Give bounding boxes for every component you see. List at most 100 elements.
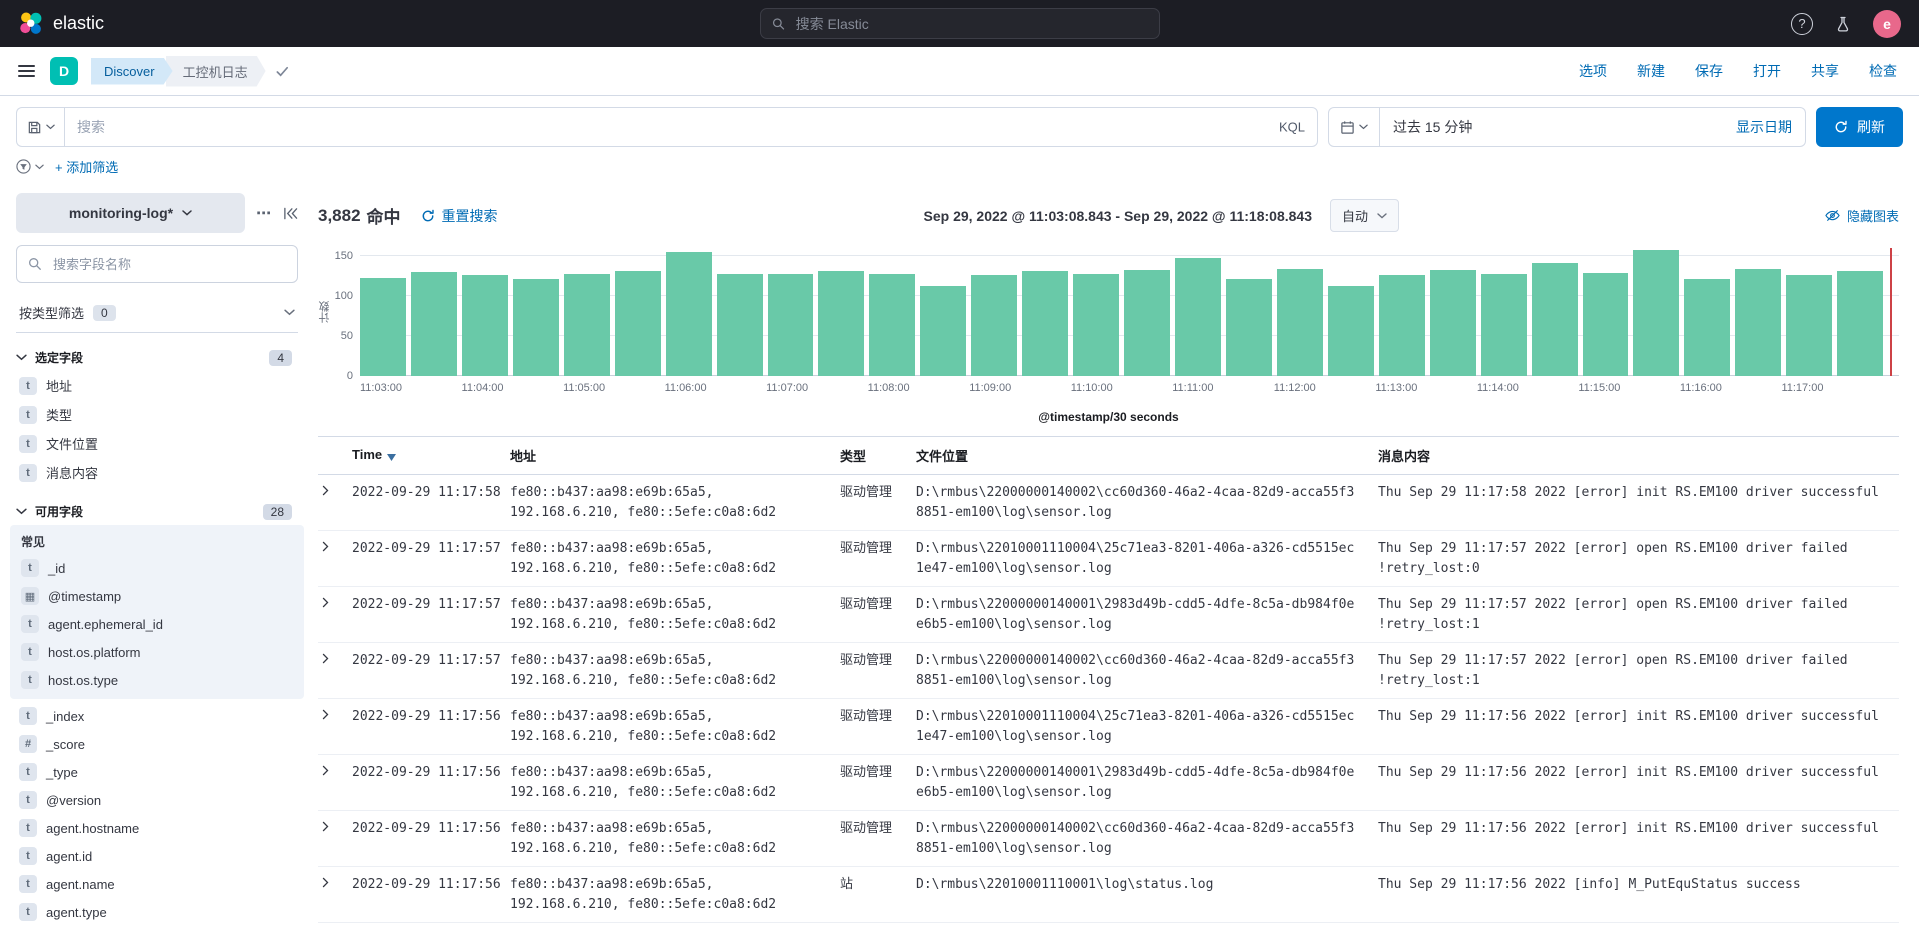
expand-row-button[interactable] (320, 485, 331, 496)
filter-menu-button[interactable] (16, 159, 44, 174)
expand-row-button[interactable] (320, 765, 331, 776)
histogram-bar[interactable] (665, 252, 712, 376)
field-search-input[interactable] (51, 255, 286, 273)
inspect-button[interactable]: 检查 (1869, 61, 1897, 81)
column-header-address[interactable]: 地址 (502, 436, 832, 475)
field-item[interactable]: t agent.ephemeral_id (18, 610, 296, 638)
field-item[interactable]: t host.os.platform (18, 638, 296, 666)
histogram-bar[interactable] (410, 272, 457, 376)
lab-flask-icon[interactable] (1835, 16, 1851, 32)
histogram-bar[interactable] (1175, 257, 1221, 376)
histogram-bar[interactable] (1684, 279, 1731, 376)
histogram-bar[interactable] (1582, 272, 1629, 376)
hide-chart-link[interactable]: 隐藏图表 (1825, 206, 1899, 225)
query-input[interactable] (64, 107, 1318, 147)
help-icon[interactable]: ? (1791, 12, 1813, 35)
expand-row-button[interactable] (320, 877, 331, 888)
save-button[interactable]: 保存 (1695, 61, 1723, 81)
histogram-bar[interactable] (1378, 275, 1425, 376)
column-header-time[interactable]: Time (344, 436, 502, 475)
expand-row-button[interactable] (320, 709, 331, 720)
text-field-icon: t (19, 463, 37, 482)
calendar-button[interactable] (1328, 107, 1380, 147)
expand-column-header (318, 436, 344, 475)
field-item[interactable]: t agent.type (16, 898, 298, 926)
refresh-button[interactable]: 刷新 (1816, 107, 1903, 147)
global-search-input[interactable] (793, 14, 1148, 33)
field-item[interactable]: t _id (18, 554, 296, 582)
filter-by-type[interactable]: 按类型筛选 0 (16, 293, 298, 333)
histogram-bar[interactable] (1073, 274, 1120, 376)
histogram-bar[interactable] (461, 275, 508, 376)
interval-select[interactable]: 自动 (1329, 199, 1399, 232)
histogram-bar[interactable] (767, 274, 814, 376)
histogram-bar[interactable] (920, 286, 967, 376)
field-item[interactable]: t _index (16, 702, 298, 730)
field-item[interactable]: t _type (16, 758, 298, 786)
histogram-bar[interactable] (869, 273, 916, 376)
expand-row-button[interactable] (320, 597, 331, 608)
field-item[interactable]: t agent.name (16, 870, 298, 898)
expand-row-button[interactable] (320, 541, 331, 552)
histogram-bar[interactable] (1022, 271, 1069, 376)
histogram-bar[interactable] (716, 273, 763, 376)
histogram-bar[interactable] (1480, 274, 1527, 376)
time-range-value[interactable]: 过去 15 分钟 (1393, 117, 1472, 137)
header-actions: ? e (1791, 9, 1901, 38)
histogram-bar[interactable] (971, 275, 1018, 376)
collapse-sidebar-icon[interactable] (283, 206, 298, 221)
field-item[interactable]: t 文件位置 (16, 429, 298, 458)
histogram-bar[interactable] (360, 278, 406, 376)
histogram-bar[interactable] (1124, 269, 1170, 376)
field-item[interactable]: # _score (16, 730, 298, 758)
expand-row-button[interactable] (320, 653, 331, 664)
field-item[interactable]: ▦ @timestamp (18, 582, 296, 610)
sort-desc-icon[interactable] (387, 449, 397, 464)
options-button[interactable]: 选项 (1579, 61, 1607, 81)
menu-icon[interactable] (16, 61, 37, 81)
field-item[interactable]: t agent.id (16, 842, 298, 870)
avatar[interactable]: e (1873, 9, 1901, 38)
field-search (16, 245, 298, 283)
kql-language-toggle[interactable]: KQL (1279, 120, 1305, 135)
index-options-icon[interactable]: ⋯ (256, 204, 272, 222)
histogram-bar[interactable] (818, 271, 865, 376)
histogram-bar[interactable] (1276, 268, 1323, 376)
histogram-bar[interactable] (614, 271, 661, 376)
histogram-bar[interactable] (1837, 271, 1884, 376)
selected-fields-header[interactable]: 选定字段 4 (16, 349, 298, 366)
histogram-bar[interactable] (1429, 270, 1476, 376)
breadcrumb-saved-search[interactable]: 工控机日志 (166, 56, 266, 87)
new-button[interactable]: 新建 (1637, 61, 1665, 81)
histogram-bar[interactable] (1327, 286, 1374, 376)
histogram-bar[interactable] (1786, 275, 1833, 376)
histogram-bar[interactable] (1735, 268, 1782, 376)
index-pattern-selector[interactable]: monitoring-log* (16, 193, 245, 233)
elastic-logo[interactable]: elastic (18, 11, 104, 37)
breadcrumb-discover[interactable]: Discover (91, 58, 173, 85)
available-fields-header[interactable]: 可用字段 28 (16, 503, 298, 520)
histogram-bar[interactable] (1633, 249, 1680, 376)
histogram-bar[interactable] (512, 279, 559, 376)
share-button[interactable]: 共享 (1811, 61, 1839, 81)
field-item[interactable]: t 地址 (16, 371, 298, 400)
histogram-bar[interactable] (1225, 279, 1272, 376)
field-item[interactable]: t 类型 (16, 400, 298, 429)
field-item[interactable]: t 消息内容 (16, 458, 298, 487)
y-tick-label: 0 (346, 370, 353, 382)
histogram-bar[interactable] (563, 274, 610, 376)
saved-query-button[interactable] (16, 107, 64, 147)
show-dates-link[interactable]: 显示日期 (1736, 117, 1792, 137)
field-item[interactable]: t agent.hostname (16, 814, 298, 842)
add-filter-link[interactable]: + 添加筛选 (55, 157, 118, 176)
column-header-file[interactable]: 文件位置 (908, 436, 1370, 475)
histogram-bar[interactable] (1531, 263, 1578, 376)
reset-search-link[interactable]: 重置搜索 (421, 206, 498, 226)
field-item[interactable]: t host.os.type (18, 666, 296, 694)
expand-row-button[interactable] (320, 821, 331, 832)
open-button[interactable]: 打开 (1753, 61, 1781, 81)
global-search[interactable] (759, 8, 1160, 39)
column-header-type[interactable]: 类型 (832, 436, 908, 475)
field-item[interactable]: t @version (16, 786, 298, 814)
column-header-message[interactable]: 消息内容 (1370, 436, 1899, 475)
